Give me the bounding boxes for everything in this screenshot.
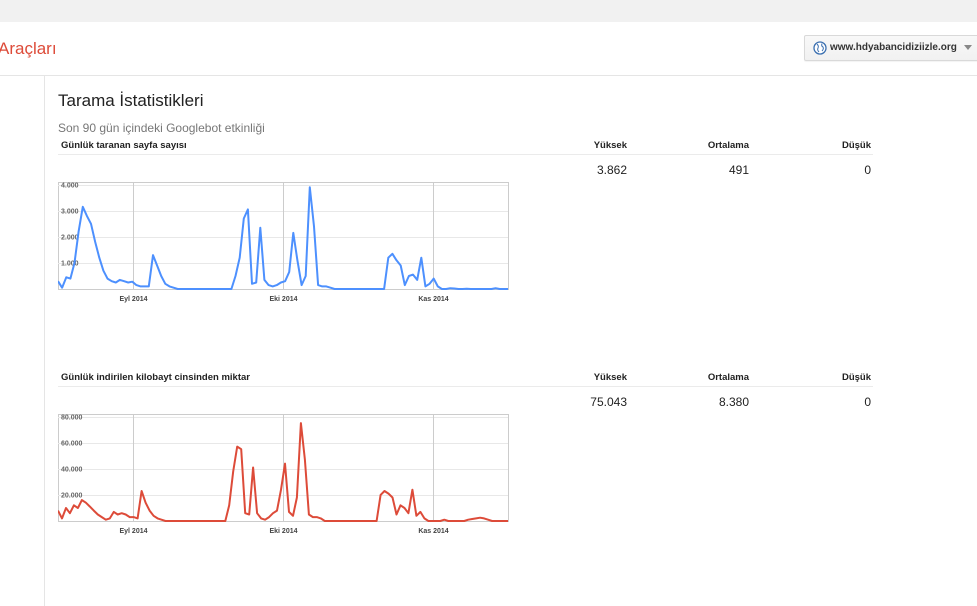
y-tick-label: 60.000 [61,441,83,448]
globe-icon [813,41,827,55]
low-value: 0 [864,163,871,177]
high-value: 3.862 [596,163,627,177]
x-tick-label: Kas 2014 [418,296,448,303]
avg-value: 8.380 [718,395,749,409]
section-header: Günlük taranan sayfa sayısı Yüksek Ortal… [58,137,873,155]
y-tick-label: 40.000 [61,467,83,474]
x-tick-label: Eyl 2014 [119,528,147,535]
app-title[interactable]: Araçları [0,39,57,59]
col-avg-header: Ortalama [707,372,749,383]
col-avg-header: Ortalama [707,140,749,151]
page-subtitle: Son 90 gün içindeki Googlebot etkinliği [58,121,265,135]
chart-pages-crawled: 1.000 2.000 3.000 4.000 Eyl 2014 Eki 2014 Kas … [57,182,510,317]
top-bar [0,0,977,22]
section-header: Günlük indirilen kilobayt cinsinden mikt… [58,369,873,387]
avg-value: 491 [728,163,749,177]
line-chart[interactable]: 1.000 2.000 3.000 4.000 Eyl 2014 Eki 2014 Kas … [57,182,510,312]
section-label: Günlük taranan sayfa sayısı [61,140,187,151]
high-value: 75.043 [590,395,627,409]
col-high-header: Yüksek [593,372,627,383]
y-tick-label: 3.000 [61,209,79,216]
col-low-header: Düşük [841,372,871,383]
y-tick-label: 20.000 [61,493,83,500]
y-tick-label: 80.000 [61,415,83,422]
x-tick-label: Eki 2014 [269,528,297,535]
col-high-header: Yüksek [593,140,627,151]
x-tick-label: Kas 2014 [418,528,448,535]
col-low-header: Düşük [841,140,871,151]
left-divider [44,76,45,606]
chart-kb-downloaded: 20.000 40.000 60.000 80.000 Eyl 2014 Eki 2014… [57,414,510,549]
y-tick-label: 1.000 [61,261,79,268]
line-chart[interactable]: 20.000 40.000 60.000 80.000 Eyl 2014 Eki 2014… [57,414,510,544]
x-tick-label: Eki 2014 [269,296,297,303]
header: Araçları www.hdyabancidiziizle.org [0,22,977,76]
chevron-down-icon [964,45,972,50]
site-name: www.hdyabancidiziizle.org [830,42,957,53]
page-title: Tarama İstatistikleri [58,91,204,110]
site-selector[interactable]: www.hdyabancidiziizle.org [804,35,977,61]
x-tick-label: Eyl 2014 [119,296,147,303]
section-label: Günlük indirilen kilobayt cinsinden mikt… [61,372,250,383]
y-tick-label: 2.000 [61,235,79,242]
low-value: 0 [864,395,871,409]
y-tick-label: 4.000 [61,183,79,190]
